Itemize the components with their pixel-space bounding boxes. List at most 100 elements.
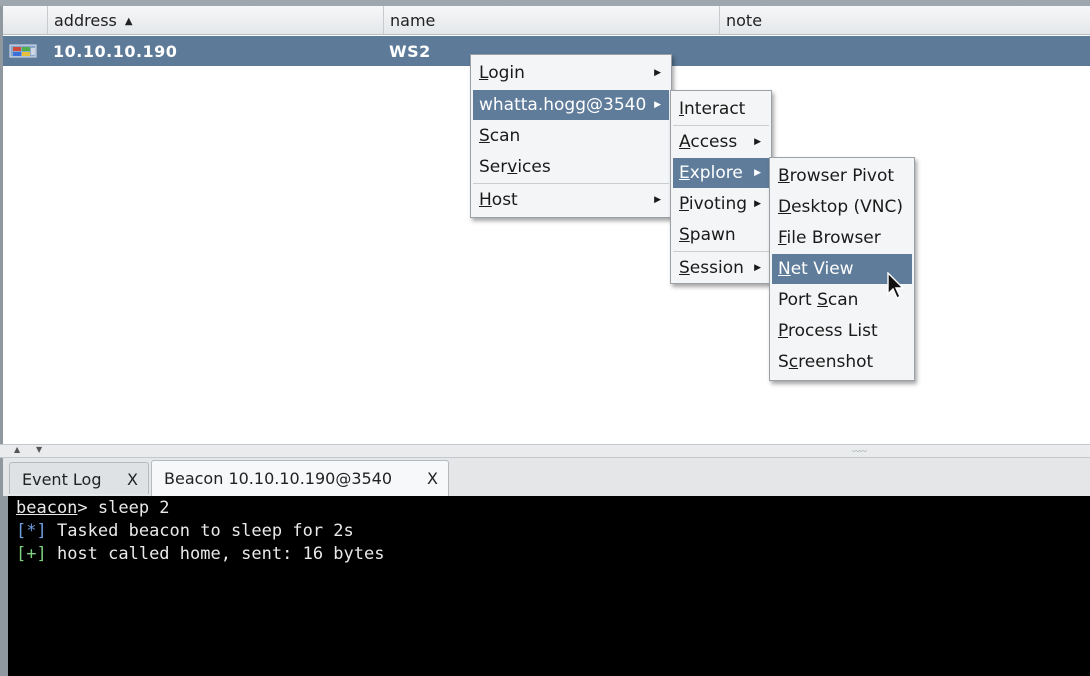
menu-item-login[interactable]: Login ▶ — [473, 58, 669, 88]
console-command: > sleep 2 — [77, 498, 170, 518]
menu-item-file-browser[interactable]: File Browser — [772, 223, 912, 253]
explore-submenu: Browser Pivot Desktop (VNC) File Browser… — [769, 157, 915, 381]
menu-item-spawn[interactable]: Spawn — [673, 220, 769, 250]
menu-separator — [673, 125, 769, 126]
column-header-address[interactable]: address ▲ — [47, 6, 383, 34]
menu-item-services-label: ices — [517, 157, 551, 177]
tab-beacon[interactable]: Beacon 10.10.10.190@3540 X — [151, 460, 449, 496]
menu-item-screenshot[interactable]: Screenshot — [772, 347, 912, 377]
tab-event-log[interactable]: Event Log X — [9, 462, 149, 494]
menu-item-net-view-label: et View — [790, 259, 854, 279]
menu-item-pivoting[interactable]: Pivoting ▶ — [673, 189, 769, 219]
menu-item-desktop-vnc[interactable]: Desktop (VNC) — [772, 192, 912, 222]
menu-item-pivoting-mnemonic: P — [679, 194, 689, 214]
console-output-text: host called home, sent: 16 bytes — [46, 544, 385, 564]
menu-item-pivoting-label: ivoting — [688, 194, 748, 214]
submenu-arrow-icon: ▶ — [654, 100, 661, 110]
console-command-line: beacon> sleep 2 — [16, 498, 170, 518]
table-header: address ▲ name note — [3, 6, 1090, 35]
info-tag: [*] — [16, 521, 47, 541]
menu-item-desktop-vnc-label: esktop (VNC) — [791, 197, 903, 217]
context-menu: Login ▶ whatta.hogg@3540 ▶ Scan Services… — [470, 54, 672, 218]
cell-address: 10.10.10.190 — [53, 42, 178, 61]
menu-item-file-browser-mnemonic: F — [778, 228, 787, 248]
menu-separator — [673, 251, 769, 252]
console-output-line: [*] Tasked beacon to sleep for 2s — [16, 521, 354, 541]
menu-item-session-sub-mnemonic: S — [679, 258, 690, 278]
column-header-address-label: address — [54, 11, 117, 30]
menu-item-session-sub[interactable]: Session ▶ — [673, 253, 769, 283]
console-tab-bar: Event Log X Beacon 10.10.10.190@3540 X — [0, 458, 1090, 496]
menu-item-spawn-mnemonic: S — [679, 225, 690, 245]
menu-item-explore-mnemonic: E — [679, 163, 690, 183]
menu-item-access[interactable]: Access ▶ — [673, 127, 769, 157]
column-header-name[interactable]: name — [383, 6, 719, 34]
menu-item-net-view-mnemonic: N — [778, 259, 791, 279]
column-header-name-label: name — [390, 11, 436, 30]
menu-item-host-label: ost — [491, 190, 518, 210]
menu-item-browser-pivot-label: rowser Pivot — [789, 166, 895, 186]
cell-name: WS2 — [389, 42, 431, 61]
menu-item-file-browser-label: ile Browser — [786, 228, 881, 248]
collapse-down-icon[interactable]: ▼ — [36, 445, 42, 454]
menu-item-port-scan-label-pre: Port — [778, 290, 818, 310]
menu-item-login-mnemonic: L — [479, 63, 489, 83]
console-output-text: Tasked beacon to sleep for 2s — [46, 521, 354, 541]
column-header-note-label: note — [726, 11, 763, 30]
mouse-pointer-icon — [887, 272, 905, 299]
submenu-arrow-icon: ▶ — [754, 137, 761, 147]
menu-item-spawn-label: pawn — [689, 225, 736, 245]
menu-item-services[interactable]: Services — [473, 152, 669, 182]
menu-item-process-list-mnemonic: P — [778, 321, 788, 341]
splitter-grip-icon[interactable]: 〰〰 — [852, 446, 867, 457]
menu-item-browser-pivot[interactable]: Browser Pivot — [772, 161, 912, 191]
menu-item-process-list-label: rocess List — [787, 321, 878, 341]
submenu-arrow-icon: ▶ — [754, 263, 761, 273]
menu-item-scan-mnemonic: S — [479, 126, 490, 146]
menu-item-access-mnemonic: A — [679, 132, 691, 152]
menu-item-interact[interactable]: Interact — [673, 94, 769, 124]
collapse-up-icon[interactable]: ▲ — [14, 445, 20, 454]
tab-event-log-close-button[interactable]: X — [127, 463, 138, 497]
menu-item-process-list[interactable]: Process List — [772, 316, 912, 346]
menu-item-screenshot-mnemonic: c — [788, 352, 799, 372]
menu-item-host-mnemonic: H — [479, 190, 492, 210]
sort-ascending-icon: ▲ — [124, 16, 133, 27]
menu-item-explore-label: xplore — [689, 163, 743, 183]
menu-item-browser-pivot-mnemonic: B — [778, 166, 790, 186]
tab-beacon-close-button[interactable]: X — [427, 461, 438, 497]
menu-item-access-label: ccess — [690, 132, 738, 152]
console-prompt: beacon — [16, 498, 78, 518]
menu-item-host[interactable]: Host ▶ — [473, 185, 669, 215]
menu-item-services-label-pre: Ser — [479, 157, 508, 177]
submenu-arrow-icon: ▶ — [654, 68, 661, 78]
menu-item-port-scan-label: can — [827, 290, 859, 310]
menu-item-session[interactable]: whatta.hogg@3540 ▶ — [473, 90, 669, 120]
menu-item-desktop-vnc-mnemonic: D — [778, 197, 792, 217]
column-header-icon[interactable] — [3, 6, 47, 34]
beacon-console[interactable]: beacon> sleep 2 [*] Tasked beacon to sle… — [0, 496, 1090, 676]
menu-item-explore[interactable]: Explore ▶ — [673, 158, 769, 188]
menu-separator — [473, 183, 669, 184]
submenu-arrow-icon: ▶ — [654, 195, 661, 205]
session-submenu: Interact Access ▶ Explore ▶ Pivoting ▶ S… — [670, 90, 772, 284]
menu-item-services-mnemonic: v — [507, 157, 518, 177]
menu-item-scan-label: can — [489, 126, 521, 146]
menu-item-scan[interactable]: Scan — [473, 121, 669, 151]
pane-splitter[interactable]: ▲ ▼ 〰〰 — [0, 444, 1090, 458]
menu-item-screenshot-label: reenshot — [798, 352, 874, 372]
tab-beacon-label: Beacon 10.10.10.190@3540 — [164, 469, 393, 488]
menu-item-interact-label: nteract — [684, 99, 746, 119]
console-output-line: [+] host called home, sent: 16 bytes — [16, 544, 384, 564]
menu-item-screenshot-label-pre: S — [778, 352, 789, 372]
menu-item-session-label: whatta.hogg@3540 — [479, 95, 647, 115]
windows-host-icon — [9, 44, 37, 58]
column-header-note[interactable]: note — [719, 6, 1090, 34]
success-tag: [+] — [16, 544, 47, 564]
menu-item-login-label: ogin — [488, 63, 525, 83]
menu-item-session-sub-label: ession — [689, 258, 744, 278]
menu-item-port-scan-mnemonic: S — [817, 290, 828, 310]
tab-event-log-label: Event Log — [22, 470, 102, 489]
submenu-arrow-icon: ▶ — [754, 168, 761, 178]
submenu-arrow-icon: ▶ — [754, 199, 761, 209]
